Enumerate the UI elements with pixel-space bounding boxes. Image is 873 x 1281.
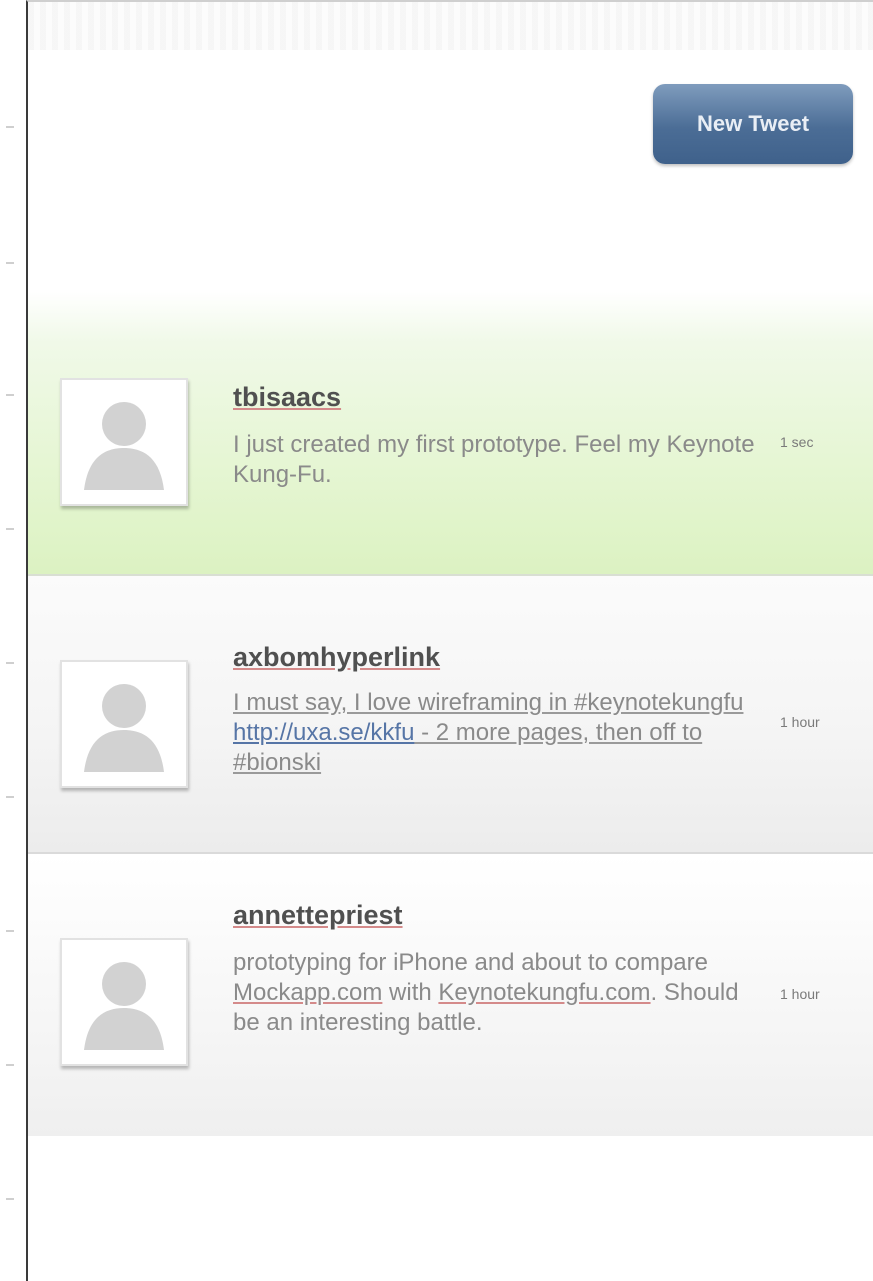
tweet-text-part: prototyping for iPhone and about to comp…	[233, 949, 708, 976]
left-gutter	[0, 0, 26, 1281]
tweet-text-part: with	[382, 979, 439, 1006]
tweet-text: prototyping for iPhone and about to comp…	[233, 948, 763, 1038]
tweet-item[interactable]: annettepriest prototyping for iPhone and…	[28, 854, 873, 1136]
gutter-tick	[6, 1198, 14, 1200]
default-avatar-icon	[84, 684, 164, 772]
gutter-tick	[6, 262, 14, 264]
avatar[interactable]	[60, 660, 188, 788]
phone-screen: New Tweet tbisaacs I just created my fir…	[26, 0, 873, 1281]
tweet-item[interactable]: tbisaacs I just created my first prototy…	[28, 292, 873, 576]
tweet-link[interactable]: Keynotekungfu.com	[438, 979, 650, 1006]
gutter-tick	[6, 930, 14, 932]
app-frame: New Tweet tbisaacs I just created my fir…	[0, 0, 873, 1281]
tweet-timestamp: 1 hour	[780, 986, 820, 1002]
gutter-tick	[6, 662, 14, 664]
tweet-timestamp: 1 hour	[780, 714, 820, 730]
default-avatar-icon	[84, 402, 164, 490]
tweet-link[interactable]: http://uxa.se/kkfu	[233, 719, 414, 746]
gutter-tick	[6, 394, 14, 396]
tweet-username[interactable]: annettepriest	[233, 900, 403, 931]
gutter-tick	[6, 796, 14, 798]
avatar[interactable]	[60, 938, 188, 1066]
gutter-tick	[6, 126, 14, 128]
top-texture	[28, 2, 873, 50]
tweet-text: I must say, I love wireframing in #keyno…	[233, 688, 763, 778]
default-avatar-icon	[84, 962, 164, 1050]
gutter-tick	[6, 528, 14, 530]
tweet-text-part: I must say, I love wireframing in #keyno…	[233, 689, 744, 716]
tweet-link[interactable]: Mockapp.com	[233, 979, 382, 1006]
tweet-timestamp: 1 sec	[780, 434, 814, 450]
new-tweet-button[interactable]: New Tweet	[653, 84, 853, 164]
tweet-text: I just created my first prototype. Feel …	[233, 431, 755, 488]
empty-area	[28, 1136, 873, 1281]
avatar[interactable]	[60, 378, 188, 506]
tweet-item[interactable]: axbomhyperlink I must say, I love wirefr…	[28, 576, 873, 854]
gutter-tick	[6, 1064, 14, 1066]
tweet-username[interactable]: axbomhyperlink	[233, 642, 440, 673]
tweet-username[interactable]: tbisaacs	[233, 382, 341, 413]
